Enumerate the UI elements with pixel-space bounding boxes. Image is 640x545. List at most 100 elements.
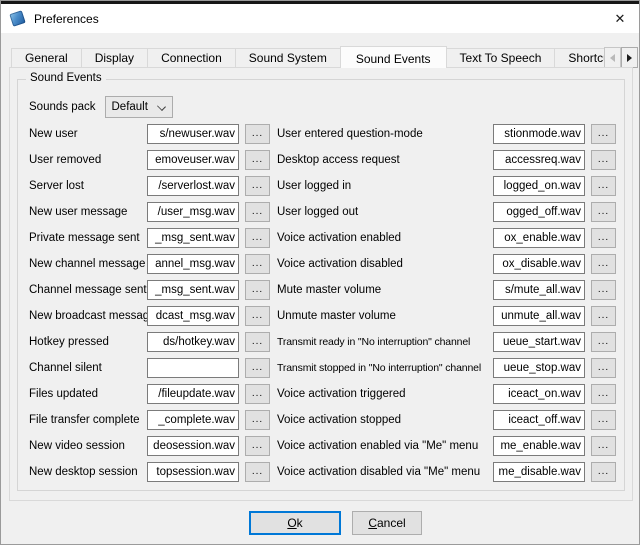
browse-button[interactable]: ... xyxy=(591,202,616,222)
sound-file-input[interactable] xyxy=(147,280,239,300)
browse-button[interactable]: ... xyxy=(245,358,270,378)
sound-file-input[interactable] xyxy=(493,280,585,300)
tab-sound-system[interactable]: Sound System xyxy=(235,48,341,68)
sound-file-input[interactable] xyxy=(147,332,239,352)
chevron-down-icon xyxy=(157,102,166,111)
browse-button[interactable]: ... xyxy=(591,280,616,300)
sound-file-input[interactable] xyxy=(147,124,239,144)
sound-file-input[interactable] xyxy=(493,306,585,326)
sound-file-input[interactable] xyxy=(147,384,239,404)
tab-display[interactable]: Display xyxy=(81,48,148,68)
browse-button[interactable]: ... xyxy=(591,254,616,274)
browse-button[interactable]: ... xyxy=(591,124,616,144)
browse-button[interactable]: ... xyxy=(591,150,616,170)
event-row-desktop-access-request: Desktop access request ... xyxy=(277,150,616,170)
sound-file-input[interactable] xyxy=(147,176,239,196)
browse-button[interactable]: ... xyxy=(245,124,270,144)
browse-button[interactable]: ... xyxy=(245,332,270,352)
event-label: Voice activation disabled via "Me" menu xyxy=(277,466,493,478)
browse-button[interactable]: ... xyxy=(245,462,270,482)
event-row-transmit-ready: Transmit ready in "No interruption" chan… xyxy=(277,332,616,352)
sound-file-input[interactable] xyxy=(147,150,239,170)
event-label: Hotkey pressed xyxy=(29,336,147,348)
sound-file-input[interactable] xyxy=(493,202,585,222)
sounds-pack-row: Sounds pack Default xyxy=(29,96,173,118)
cancel-button[interactable]: Cancel xyxy=(352,511,422,535)
event-label: File transfer complete xyxy=(29,414,147,426)
tab-shortcuts[interactable]: Shortcuts xyxy=(554,48,604,68)
ok-button[interactable]: Ok xyxy=(249,511,341,535)
sound-file-input[interactable] xyxy=(147,306,239,326)
browse-button[interactable]: ... xyxy=(591,176,616,196)
event-label: Voice activation disabled xyxy=(277,258,493,270)
browse-button[interactable]: ... xyxy=(245,280,270,300)
event-label: Files updated xyxy=(29,388,147,400)
sound-file-input[interactable] xyxy=(147,358,239,378)
browse-button[interactable]: ... xyxy=(245,410,270,430)
sounds-pack-select[interactable]: Default xyxy=(105,96,173,118)
event-row-voiceact-enabled: Voice activation enabled ... xyxy=(277,228,616,248)
browse-button[interactable]: ... xyxy=(245,176,270,196)
tab-general[interactable]: General xyxy=(11,48,82,68)
browse-button[interactable]: ... xyxy=(591,306,616,326)
event-row-new-user: New user ... xyxy=(29,124,270,144)
tab-text-to-speech[interactable]: Text To Speech xyxy=(446,48,556,68)
sound-file-input[interactable] xyxy=(493,436,585,456)
event-row-new-channel-message: New channel message ... xyxy=(29,254,270,274)
browse-button[interactable]: ... xyxy=(245,436,270,456)
window-title: Preferences xyxy=(34,12,99,26)
browse-button[interactable]: ... xyxy=(591,332,616,352)
event-row-voiceact-disabled: Voice activation disabled ... xyxy=(277,254,616,274)
event-row-server-lost: Server lost ... xyxy=(29,176,270,196)
event-row-private-message-sent: Private message sent ... xyxy=(29,228,270,248)
sound-file-input[interactable] xyxy=(493,410,585,430)
tab-bar: General Display Connection Sound System … xyxy=(11,45,604,68)
sound-file-input[interactable] xyxy=(147,462,239,482)
tab-scroll-right-button[interactable] xyxy=(621,47,638,68)
browse-button[interactable]: ... xyxy=(591,358,616,378)
tab-scroll-left-button[interactable] xyxy=(604,47,621,68)
sound-file-input[interactable] xyxy=(493,358,585,378)
browse-button[interactable]: ... xyxy=(245,384,270,404)
event-label: Unmute master volume xyxy=(277,310,493,322)
sound-file-input[interactable] xyxy=(493,254,585,274)
event-row-new-video-session: New video session ... xyxy=(29,436,270,456)
event-label: Mute master volume xyxy=(277,284,493,296)
browse-button[interactable]: ... xyxy=(591,410,616,430)
browse-button[interactable]: ... xyxy=(245,228,270,248)
sound-file-input[interactable] xyxy=(493,384,585,404)
event-label: Desktop access request xyxy=(277,154,493,166)
event-row-mute-master: Mute master volume ... xyxy=(277,280,616,300)
browse-button[interactable]: ... xyxy=(591,462,616,482)
right-event-column: User entered question-mode ... Desktop a… xyxy=(277,124,616,488)
sound-file-input[interactable] xyxy=(147,202,239,222)
event-label: New broadcast message xyxy=(29,310,147,322)
tab-connection[interactable]: Connection xyxy=(147,48,236,68)
sound-file-input[interactable] xyxy=(147,254,239,274)
browse-button[interactable]: ... xyxy=(245,306,270,326)
sound-file-input[interactable] xyxy=(493,176,585,196)
sound-file-input[interactable] xyxy=(147,228,239,248)
title-bar[interactable]: Preferences ✕ xyxy=(1,4,639,33)
browse-button[interactable]: ... xyxy=(245,202,270,222)
tab-sound-events[interactable]: Sound Events xyxy=(340,46,447,68)
event-row-files-updated: Files updated ... xyxy=(29,384,270,404)
event-row-voiceact-enabled-me-menu: Voice activation enabled via "Me" menu .… xyxy=(277,436,616,456)
event-row-user-removed: User removed ... xyxy=(29,150,270,170)
browse-button[interactable]: ... xyxy=(591,384,616,404)
preferences-dialog: Preferences ✕ General Display Connection… xyxy=(0,0,640,545)
sound-file-input[interactable] xyxy=(493,150,585,170)
browse-button[interactable]: ... xyxy=(245,254,270,274)
sound-file-input[interactable] xyxy=(493,462,585,482)
sounds-pack-value: Default xyxy=(112,101,148,113)
sound-file-input[interactable] xyxy=(147,410,239,430)
sound-file-input[interactable] xyxy=(493,124,585,144)
browse-button[interactable]: ... xyxy=(591,436,616,456)
browse-button[interactable]: ... xyxy=(591,228,616,248)
browse-button[interactable]: ... xyxy=(245,150,270,170)
sound-file-input[interactable] xyxy=(147,436,239,456)
sound-file-input[interactable] xyxy=(493,332,585,352)
event-label: User removed xyxy=(29,154,147,166)
close-icon[interactable]: ✕ xyxy=(601,4,639,33)
sound-file-input[interactable] xyxy=(493,228,585,248)
